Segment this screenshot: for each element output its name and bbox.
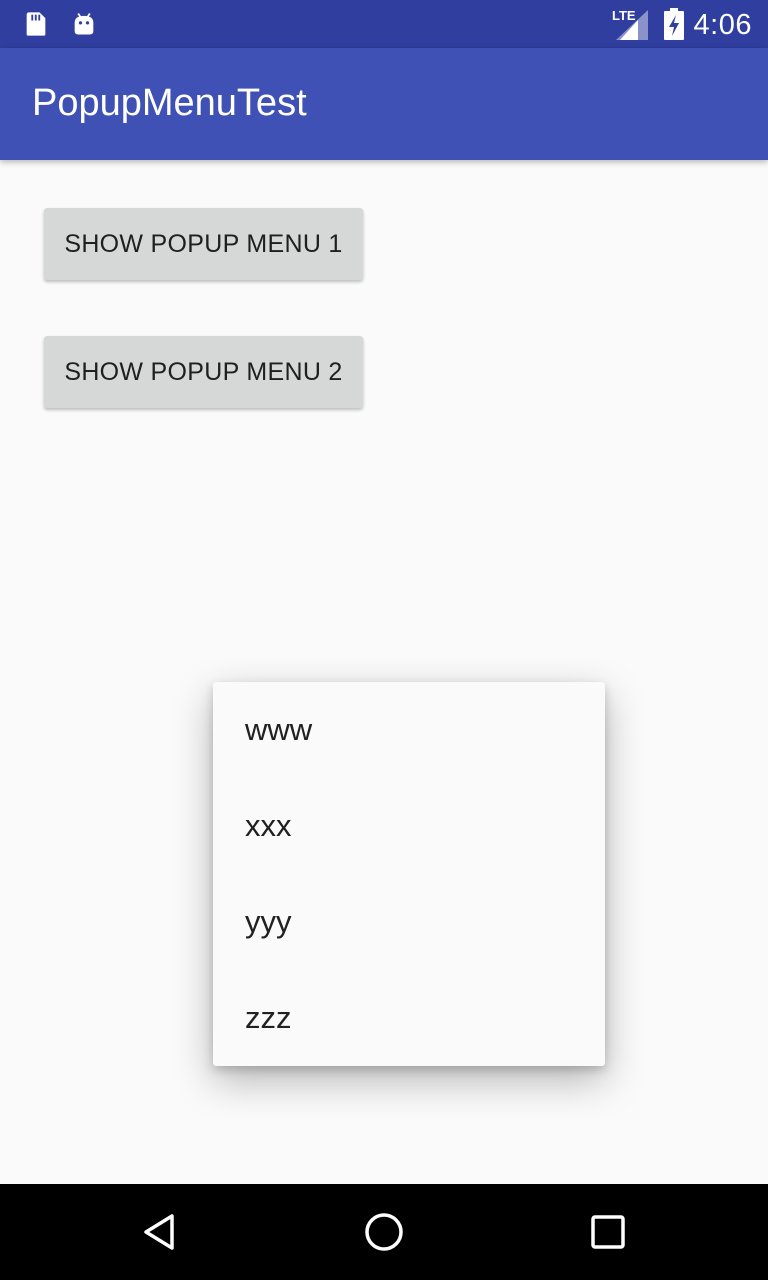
show-popup-menu-2-button[interactable]: SHOW POPUP MENU 2 — [44, 336, 363, 408]
status-time: 4:06 — [693, 9, 752, 41]
battery-charging-icon — [664, 8, 684, 40]
navigation-bar — [0, 1184, 768, 1280]
back-icon[interactable] — [136, 1208, 184, 1256]
sd-card-icon — [26, 12, 46, 36]
app-bar: PopupMenuTest — [0, 48, 768, 160]
menu-item-zzz[interactable]: zzz — [213, 970, 605, 1066]
android-debug-icon — [74, 13, 94, 35]
show-popup-menu-1-button[interactable]: SHOW POPUP MENU 1 — [44, 208, 363, 280]
menu-item-yyy[interactable]: yyy — [213, 874, 605, 970]
status-bar: LTE 4:06 — [0, 0, 768, 48]
lte-signal-icon — [616, 10, 648, 40]
home-icon[interactable] — [360, 1208, 408, 1256]
recents-icon[interactable] — [584, 1208, 632, 1256]
popup-menu: www xxx yyy zzz — [213, 682, 605, 1066]
menu-item-xxx[interactable]: xxx — [213, 778, 605, 874]
menu-item-www[interactable]: www — [213, 682, 605, 778]
app-title: PopupMenuTest — [32, 82, 307, 124]
